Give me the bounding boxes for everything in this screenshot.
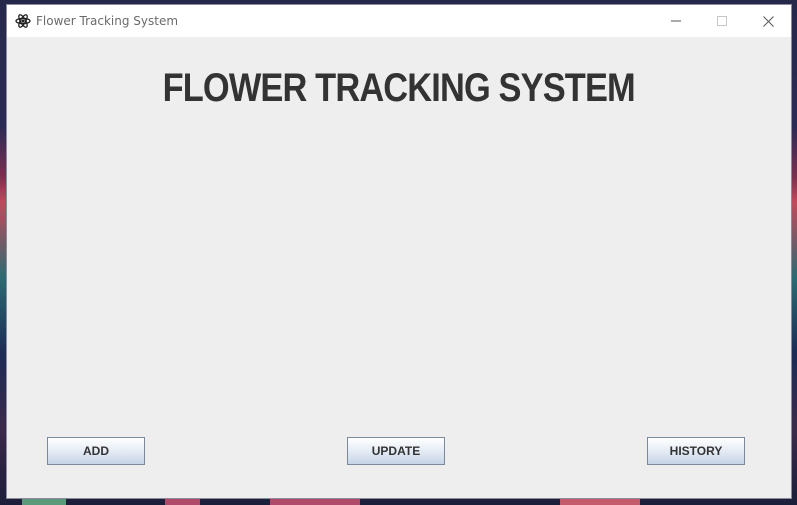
window-title: Flower Tracking System bbox=[36, 14, 179, 28]
minimize-button[interactable] bbox=[653, 5, 699, 37]
minimize-icon bbox=[671, 20, 681, 22]
main-panel: FLOWER TRACKING SYSTEM ADD UPDATE HISTOR… bbox=[7, 37, 791, 498]
page-title: FLOWER TRACKING SYSTEM bbox=[162, 66, 636, 110]
title-bar[interactable]: Flower Tracking System bbox=[7, 5, 791, 37]
close-button[interactable] bbox=[745, 5, 791, 37]
close-icon bbox=[762, 15, 774, 27]
history-button[interactable]: HISTORY bbox=[647, 437, 745, 465]
maximize-icon bbox=[717, 16, 727, 26]
update-button[interactable]: UPDATE bbox=[347, 437, 445, 465]
flower-app-icon bbox=[15, 13, 31, 29]
add-button[interactable]: ADD bbox=[47, 437, 145, 465]
app-window: Flower Tracking System FLOWER TRACKING S… bbox=[7, 5, 791, 498]
maximize-button[interactable] bbox=[699, 5, 745, 37]
